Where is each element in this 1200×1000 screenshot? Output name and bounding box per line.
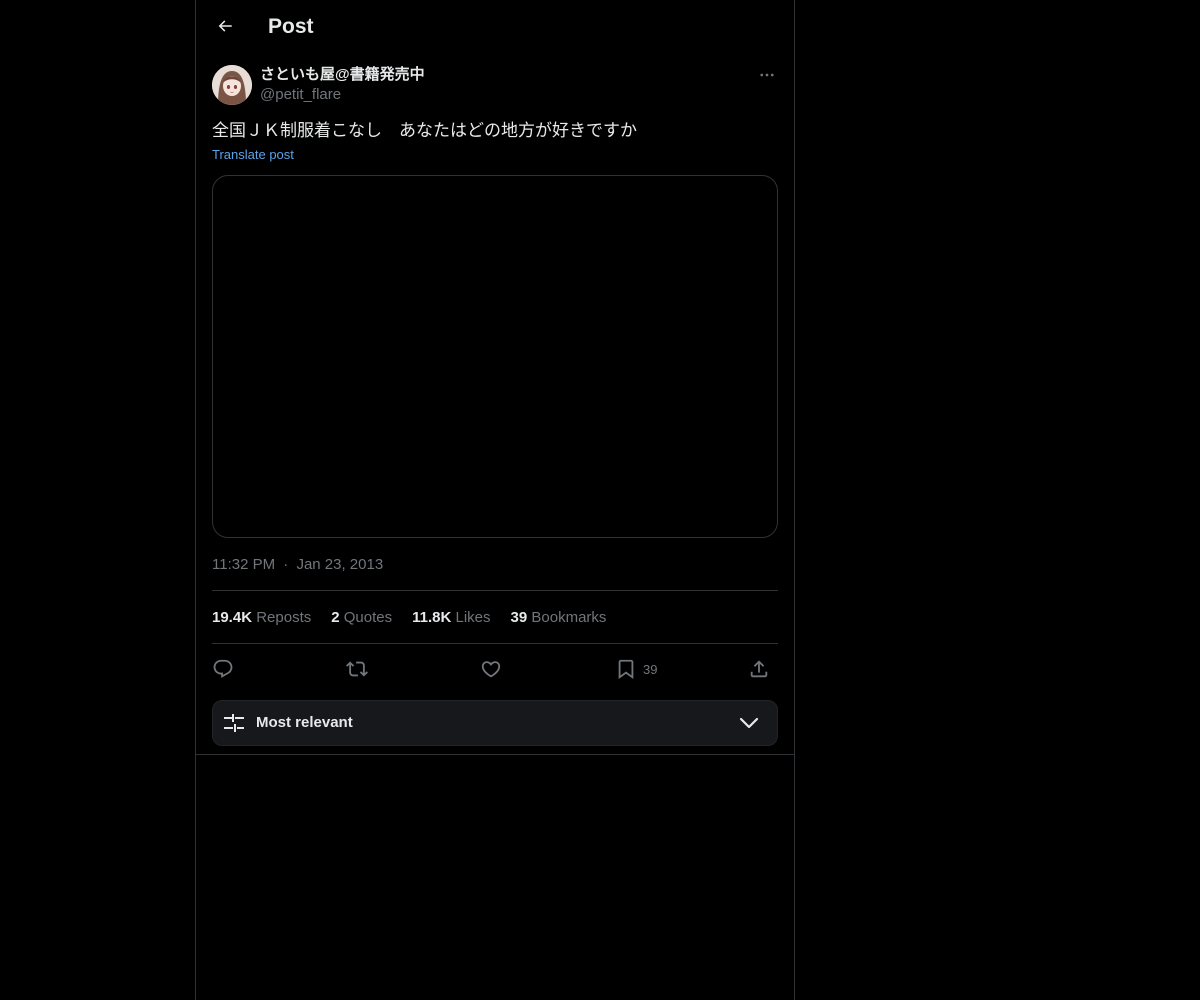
quotes-count: 2 bbox=[331, 609, 340, 626]
reply-icon bbox=[213, 659, 233, 678]
like-button[interactable] bbox=[480, 654, 502, 684]
author-row: さといも屋@書籍発売中 @petit_flare bbox=[212, 64, 778, 106]
back-button[interactable] bbox=[208, 9, 242, 43]
post-actions: 39 bbox=[212, 654, 778, 684]
likes-count: 11.8K bbox=[412, 609, 452, 626]
likes-label: Likes bbox=[455, 609, 491, 626]
reposts-stat[interactable]: 19.4K Reposts bbox=[212, 608, 311, 628]
post-stats: 19.4K Reposts 2 Quotes 11.8K Likes 39 Bo… bbox=[212, 608, 626, 628]
share-button[interactable] bbox=[748, 654, 770, 684]
quotes-stat[interactable]: 2 Quotes bbox=[331, 608, 392, 628]
bookmark-action-count: 39 bbox=[643, 661, 658, 677]
post-time[interactable]: 11:32 PM bbox=[212, 556, 275, 573]
sort-label: Most relevant bbox=[256, 714, 353, 731]
author-display-name[interactable]: さといも屋@書籍発売中 bbox=[260, 65, 425, 85]
bookmark-button[interactable]: 39 bbox=[615, 654, 657, 684]
more-horizontal-icon bbox=[760, 73, 774, 77]
post-media[interactable] bbox=[212, 175, 778, 538]
bookmarks-count: 39 bbox=[510, 609, 528, 626]
divider bbox=[212, 643, 778, 644]
arrow-left-icon bbox=[218, 20, 232, 32]
reposts-count: 19.4K bbox=[212, 609, 253, 626]
divider bbox=[212, 590, 778, 591]
share-icon bbox=[750, 660, 768, 678]
avatar-icon bbox=[212, 65, 252, 105]
chevron-down-icon bbox=[739, 717, 759, 729]
bookmarks-label: Bookmarks bbox=[531, 609, 607, 626]
post-header: Post bbox=[196, 0, 794, 53]
bookmarks-stat[interactable]: 39 Bookmarks bbox=[511, 608, 607, 628]
translate-post-link[interactable]: Translate post bbox=[212, 146, 294, 164]
reply-button[interactable] bbox=[212, 654, 234, 684]
quotes-label: Quotes bbox=[343, 609, 393, 626]
timestamp-separator: · bbox=[283, 556, 289, 573]
post-timestamp: 11:32 PM · Jan 23, 2013 bbox=[212, 555, 383, 575]
author-handle[interactable]: @petit_flare bbox=[260, 85, 341, 105]
bookmark-icon bbox=[618, 659, 634, 680]
repost-icon bbox=[346, 661, 368, 677]
repost-button[interactable] bbox=[346, 654, 368, 684]
sliders-icon bbox=[224, 714, 244, 732]
reposts-label: Reposts bbox=[256, 609, 312, 626]
sort-replies-dropdown[interactable]: Most relevant bbox=[212, 700, 778, 746]
post-text: 全国ＪＫ制服着こなし あなたはどの地方が好きですか bbox=[212, 121, 637, 140]
divider bbox=[196, 754, 794, 755]
more-button[interactable] bbox=[756, 64, 778, 86]
likes-stat[interactable]: 11.8K Likes bbox=[412, 608, 490, 628]
post-column: Post さといも屋@書籍発売中 @petit_flare 全国ＪＫ制服着こなし bbox=[195, 0, 795, 1000]
page-title: Post bbox=[268, 15, 314, 38]
heart-icon bbox=[481, 661, 501, 678]
post-date[interactable]: Jan 23, 2013 bbox=[296, 556, 383, 573]
avatar[interactable] bbox=[212, 65, 252, 105]
